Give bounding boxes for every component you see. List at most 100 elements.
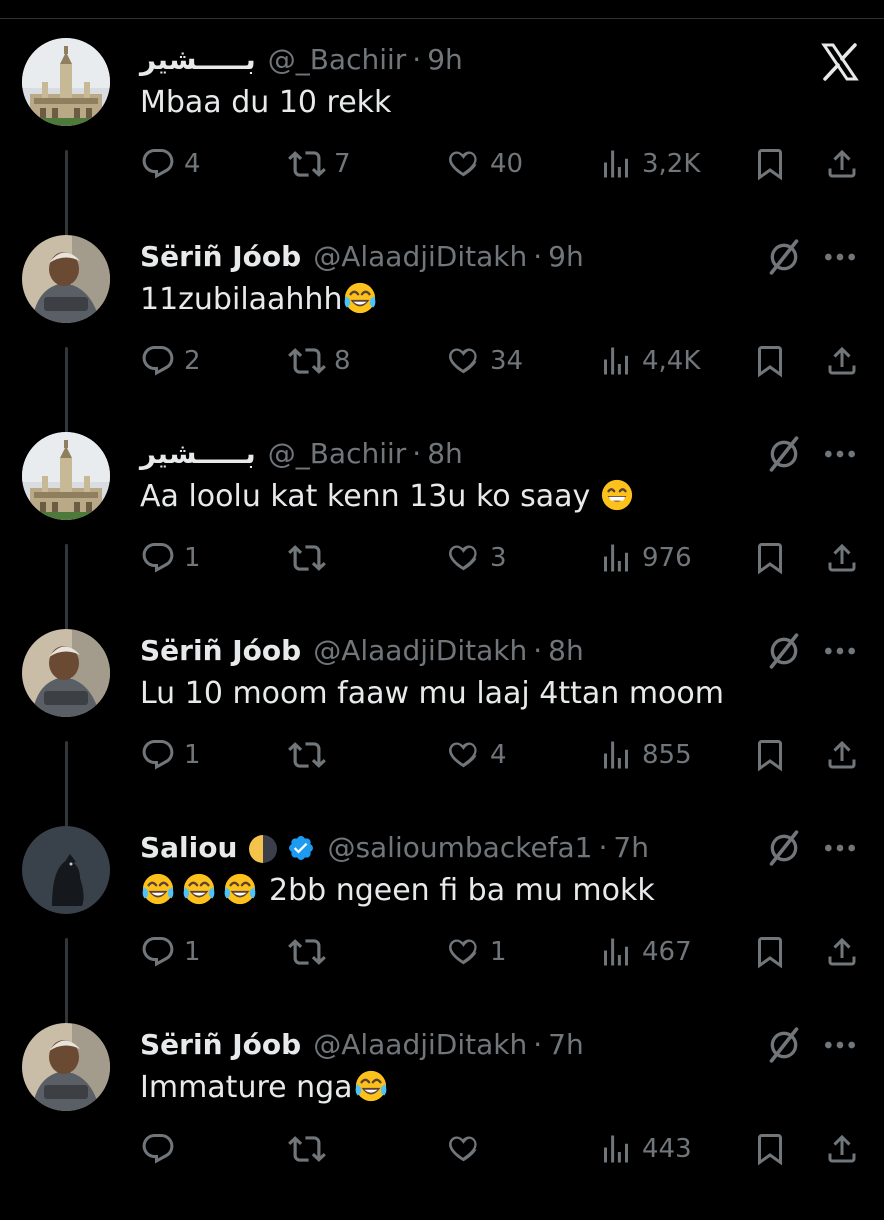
timestamp[interactable]: 9h bbox=[548, 239, 584, 275]
reply-button[interactable]: 2 bbox=[140, 341, 201, 381]
grok-button[interactable] bbox=[764, 237, 804, 277]
tweet[interactable]: Sëriñ Jóob @AlaadjiDitakh · 9h 11zubilaahhh 2… bbox=[0, 235, 884, 432]
like-button[interactable]: 3 bbox=[444, 538, 507, 578]
tweet[interactable]: Sëriñ Jóob @AlaadjiDitakh · 7h Immature nga 4… bbox=[0, 1023, 884, 1220]
share-button[interactable] bbox=[824, 932, 860, 972]
timestamp[interactable]: 7h bbox=[548, 1027, 584, 1063]
bookmark-button[interactable] bbox=[752, 1129, 788, 1169]
reply-button[interactable]: 1 bbox=[140, 735, 201, 775]
reply-button[interactable]: 4 bbox=[140, 144, 201, 184]
share-button[interactable] bbox=[824, 341, 860, 381]
avatar[interactable] bbox=[22, 1023, 110, 1111]
views-button[interactable]: 467 bbox=[598, 932, 692, 972]
grok-button[interactable] bbox=[764, 434, 804, 474]
tweet-header: Sëriñ Jóob @AlaadjiDitakh · 9h bbox=[140, 239, 584, 275]
retweet-button[interactable] bbox=[288, 735, 334, 775]
user-handle[interactable]: @_Bachiir bbox=[268, 436, 407, 472]
timestamp[interactable]: 9h bbox=[427, 42, 463, 78]
tweet[interactable]: بـــــشير @_Bachiir · 8h Aa loolu kat kenn 1… bbox=[0, 432, 884, 629]
reply-button[interactable]: 1 bbox=[140, 932, 201, 972]
retweet-button[interactable] bbox=[288, 1129, 334, 1169]
share-icon bbox=[824, 934, 860, 970]
display-name[interactable]: بـــــشير bbox=[140, 42, 256, 78]
user-handle[interactable]: @salioumbackefa1 bbox=[327, 830, 592, 866]
views-button[interactable]: 976 bbox=[598, 538, 692, 578]
tweet-text-content: Lu 10 moom faaw mu laaj 4ttan moom bbox=[140, 676, 724, 711]
user-handle[interactable]: @AlaadjiDitakh bbox=[313, 239, 527, 275]
reply-button[interactable] bbox=[140, 1129, 184, 1169]
tweet-text-content: 2bb ngeen fi ba mu mokk bbox=[269, 873, 655, 908]
avatar[interactable] bbox=[22, 432, 110, 520]
views-button[interactable]: 443 bbox=[598, 1129, 692, 1169]
reply-icon bbox=[140, 146, 176, 182]
bookmark-button[interactable] bbox=[752, 932, 788, 972]
more-options-button[interactable] bbox=[820, 434, 860, 474]
tweet-text: 2bb ngeen fi ba mu mokk bbox=[140, 870, 655, 912]
tweet-header: Sëriñ Jóob @AlaadjiDitakh · 8h bbox=[140, 633, 584, 669]
tweet[interactable]: بـــــشير @_Bachiir · 9h Mbaa du 10 rekk 4 7 40… bbox=[0, 38, 884, 235]
avatar[interactable] bbox=[22, 235, 110, 323]
retweet-button[interactable]: 8 bbox=[288, 341, 351, 381]
bookmark-button[interactable] bbox=[752, 144, 788, 184]
tweet[interactable]: Saliou @salioumbackefa1 · 7h 2bb ngeen fi ba… bbox=[0, 826, 884, 1023]
like-button[interactable]: 1 bbox=[444, 932, 507, 972]
display-name[interactable]: Saliou bbox=[140, 830, 237, 866]
grok-button[interactable] bbox=[764, 828, 804, 868]
bookmark-button[interactable] bbox=[752, 538, 788, 578]
retweet-button[interactable]: 7 bbox=[288, 144, 351, 184]
share-button[interactable] bbox=[824, 538, 860, 578]
views-icon bbox=[598, 146, 634, 182]
more-options-button[interactable] bbox=[820, 237, 860, 277]
views-button[interactable]: 4,4K bbox=[598, 341, 700, 381]
avatar[interactable] bbox=[22, 826, 110, 914]
reply-icon bbox=[140, 540, 176, 576]
share-button[interactable] bbox=[824, 144, 860, 184]
like-button[interactable] bbox=[444, 1129, 490, 1169]
timestamp[interactable]: 8h bbox=[548, 633, 584, 669]
retweet-button[interactable] bbox=[288, 932, 334, 972]
avatar[interactable] bbox=[22, 38, 110, 126]
views-count: 467 bbox=[642, 937, 692, 967]
like-button[interactable]: 4 bbox=[444, 735, 507, 775]
retweet-count: 7 bbox=[334, 149, 351, 179]
tweet-actions: 1 3 976 bbox=[140, 538, 862, 578]
views-button[interactable]: 3,2K bbox=[598, 144, 700, 184]
more-options-button[interactable] bbox=[820, 1025, 860, 1065]
views-button[interactable]: 855 bbox=[598, 735, 692, 775]
share-icon bbox=[824, 343, 860, 379]
bookmark-button[interactable] bbox=[752, 341, 788, 381]
top-divider bbox=[0, 0, 884, 19]
user-handle[interactable]: @_Bachiir bbox=[268, 42, 407, 78]
grok-button[interactable] bbox=[764, 631, 804, 671]
tweet-text: Mbaa du 10 rekk bbox=[140, 82, 391, 124]
tweet-actions: 2 8 34 4,4K bbox=[140, 341, 862, 381]
more-options-button[interactable] bbox=[820, 631, 860, 671]
display-name[interactable]: Sëriñ Jóob bbox=[140, 239, 301, 275]
heart-icon bbox=[444, 342, 482, 380]
share-button[interactable] bbox=[824, 1129, 860, 1169]
more-icon bbox=[820, 1025, 860, 1065]
tweet-header: بـــــشير @_Bachiir · 8h bbox=[140, 436, 463, 472]
display-name[interactable]: بـــــشير bbox=[140, 436, 256, 472]
retweet-button[interactable] bbox=[288, 538, 334, 578]
heart-icon bbox=[444, 539, 482, 577]
user-handle[interactable]: @AlaadjiDitakh bbox=[313, 633, 527, 669]
tweet[interactable]: Sëriñ Jóob @AlaadjiDitakh · 8h Lu 10 moom fa… bbox=[0, 629, 884, 826]
timestamp[interactable]: 7h bbox=[613, 830, 649, 866]
tweet-text: Immature nga bbox=[140, 1067, 389, 1109]
like-count: 40 bbox=[490, 149, 524, 179]
bookmark-button[interactable] bbox=[752, 735, 788, 775]
like-button[interactable]: 40 bbox=[444, 144, 523, 184]
grok-button[interactable] bbox=[764, 1025, 804, 1065]
tweet-text-content: Mbaa du 10 rekk bbox=[140, 85, 392, 120]
timestamp[interactable]: 8h bbox=[427, 436, 463, 472]
tweet-actions: 1 4 855 bbox=[140, 735, 862, 775]
share-button[interactable] bbox=[824, 735, 860, 775]
more-options-button[interactable] bbox=[820, 828, 860, 868]
like-button[interactable]: 34 bbox=[444, 341, 523, 381]
display-name[interactable]: Sëriñ Jóob bbox=[140, 1027, 301, 1063]
avatar[interactable] bbox=[22, 629, 110, 717]
reply-button[interactable]: 1 bbox=[140, 538, 201, 578]
user-handle[interactable]: @AlaadjiDitakh bbox=[313, 1027, 527, 1063]
display-name[interactable]: Sëriñ Jóob bbox=[140, 633, 301, 669]
